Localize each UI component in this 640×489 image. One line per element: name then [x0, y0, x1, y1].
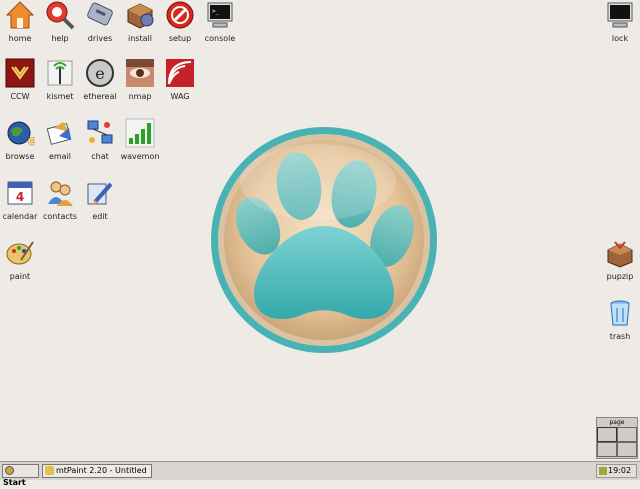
browser-globe-icon: @ — [7, 121, 35, 147]
svg-text:4: 4 — [16, 190, 24, 204]
wag-wireless-icon — [166, 59, 194, 87]
kismet-antenna-icon — [47, 60, 73, 86]
desktop-icon-edit[interactable]: edit — [80, 178, 120, 222]
desktop-icon-label: WAG — [170, 92, 190, 101]
desktop-icon-label: trash — [609, 332, 631, 341]
taskbar: Start mtPaint 2.20 - Untitled 19:02 — [0, 461, 640, 487]
desktop: home help drives install setup >_ consol… — [0, 0, 640, 461]
package-install-icon — [127, 3, 154, 29]
desktop-icon-label: paint — [9, 272, 31, 281]
svg-text:>_: >_ — [212, 8, 220, 15]
taskbar-window-button[interactable]: mtPaint 2.20 - Untitled — [42, 464, 152, 478]
puppy-paw-logo — [211, 127, 437, 353]
setup-wrench-icon — [166, 1, 194, 29]
desktop-icon-wavemon[interactable]: wavemon — [120, 118, 160, 162]
desktop-icon-pupzip[interactable]: pupzip — [600, 238, 640, 282]
home-icon — [5, 1, 35, 29]
clock[interactable]: 19:02 — [608, 466, 631, 475]
pager-desktop-1[interactable] — [597, 427, 617, 442]
ccw-wireless-icon — [5, 58, 35, 88]
start-label: Start — [3, 478, 26, 487]
desktop-icon-trash[interactable]: trash — [600, 298, 640, 342]
desktop-icon-wag[interactable]: WAG — [160, 58, 200, 102]
email-icon — [46, 122, 72, 145]
calendar-icon: 4 — [7, 181, 33, 205]
lock-screen-icon — [607, 2, 633, 28]
desktop-icon-label: wavemon — [120, 152, 160, 161]
desktop-icon-label: edit — [92, 212, 108, 221]
desktop-icon-paint[interactable]: paint — [0, 238, 40, 282]
desktop-icon-console[interactable]: >_ console — [200, 0, 240, 44]
mtpaint-app-icon — [45, 466, 54, 475]
tray-app-icon[interactable] — [599, 466, 607, 475]
svg-text:e: e — [95, 64, 104, 83]
desktop-icon-label: pupzip — [606, 272, 634, 281]
system-tray: 19:02 — [596, 464, 637, 478]
pager-label: page — [609, 419, 625, 426]
drive-icon — [87, 2, 113, 26]
start-menu-icon — [5, 466, 14, 475]
nmap-eye-icon — [126, 59, 154, 87]
desktop-icon-label: lock — [611, 34, 629, 43]
wavemon-signal-icon — [125, 118, 155, 148]
contacts-people-icon — [48, 181, 73, 206]
edit-pencil-icon — [87, 182, 113, 205]
desktop-icon-label: console — [204, 34, 236, 43]
help-magnifier-icon — [46, 1, 75, 30]
desktop-pager[interactable]: page — [596, 417, 638, 459]
pager-desktop-2[interactable] — [617, 427, 637, 442]
start-button[interactable]: Start — [2, 464, 39, 487]
taskbar-window-label: mtPaint 2.20 - Untitled — [56, 466, 147, 475]
pager-desktop-3[interactable] — [597, 442, 617, 457]
pager-desktop-4[interactable] — [617, 442, 637, 457]
chat-network-icon — [87, 120, 113, 144]
svg-text:@: @ — [27, 136, 35, 147]
archive-box-icon — [607, 241, 633, 268]
paint-palette-icon — [6, 241, 34, 265]
trash-can-icon — [610, 300, 630, 326]
desktop-icon-lock[interactable]: lock — [600, 0, 640, 44]
terminal-icon: >_ — [207, 2, 233, 28]
ethereal-icon: e — [86, 59, 114, 87]
